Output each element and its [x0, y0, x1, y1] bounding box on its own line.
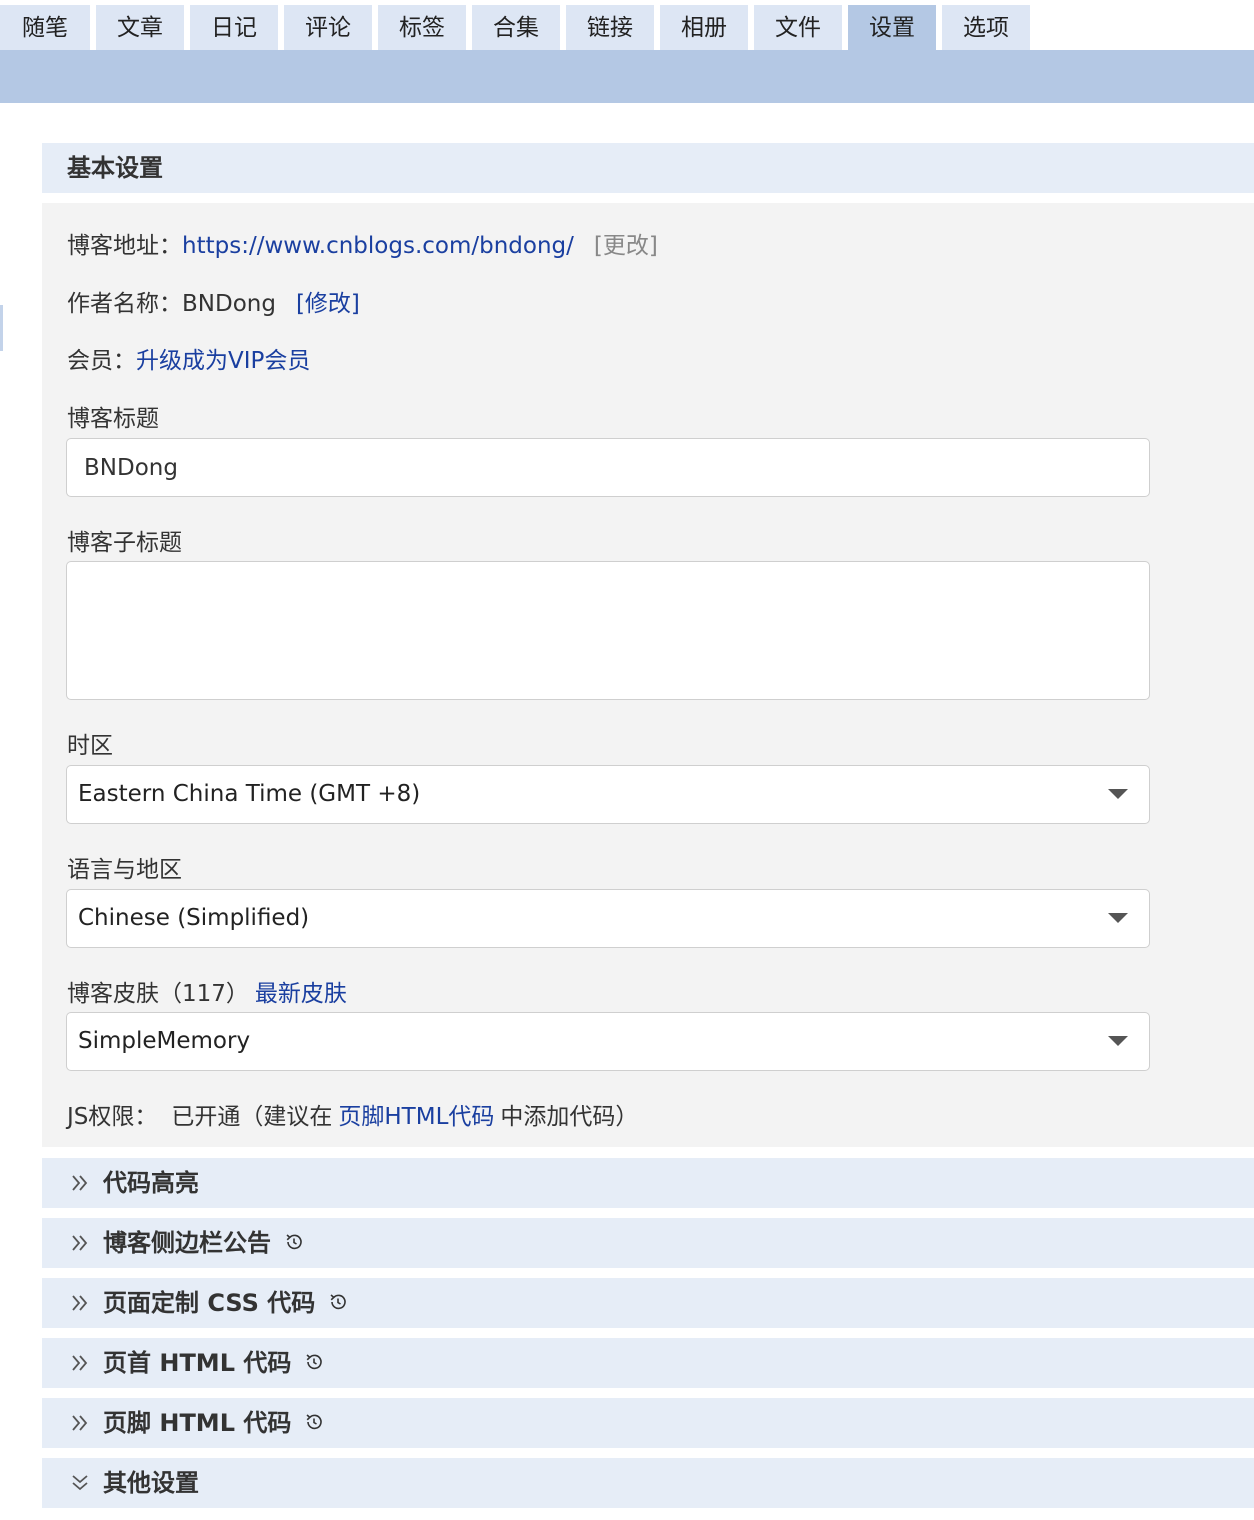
skin-label-row: 博客皮肤（117） 最新皮肤 [67, 974, 347, 1008]
blog-address-row: 博客地址：https://www.cnblogs.com/bndong/ [更改] [67, 226, 658, 260]
blog-address-link[interactable]: https://www.cnblogs.com/bndong/ [182, 233, 574, 259]
tab-options[interactable]: 选项 [942, 5, 1030, 52]
double-chevron-right-icon [72, 1175, 88, 1191]
double-chevron-right-icon [72, 1415, 88, 1431]
tab-tags[interactable]: 标签 [378, 5, 466, 52]
upgrade-vip-link[interactable]: 升级成为VIP会员 [136, 348, 310, 374]
modify-author-link[interactable]: [修改] [296, 291, 360, 317]
tab-albums[interactable]: 相册 [660, 5, 748, 52]
blog-subtitle-textarea[interactable] [66, 561, 1150, 700]
timezone-label: 时区 [67, 733, 113, 759]
js-status-prefix: 已开通（建议在 [171, 1104, 333, 1130]
section-custom-css[interactable]: 页面定制 CSS 代码 [42, 1278, 1254, 1328]
double-chevron-down-icon [72, 1475, 88, 1491]
footer-html-link[interactable]: 页脚HTML代码 [338, 1104, 494, 1130]
blog-address-label: 博客地址： [67, 233, 182, 259]
tab-comments[interactable]: 评论 [284, 5, 372, 52]
locale-label: 语言与地区 [67, 857, 182, 883]
tab-files[interactable]: 文件 [754, 5, 842, 52]
author-name: BNDong [182, 291, 276, 317]
tab-essays[interactable]: 随笔 [0, 5, 90, 52]
double-chevron-right-icon [72, 1235, 88, 1251]
section-code-highlight[interactable]: 代码高亮 [42, 1158, 1254, 1208]
skin-label: 博客皮肤（117） [67, 981, 249, 1007]
membership-row: 会员：升级成为VIP会员 [67, 341, 310, 375]
history-icon[interactable] [283, 1231, 305, 1253]
double-chevron-right-icon [72, 1295, 88, 1311]
change-address-link[interactable]: [更改] [594, 233, 658, 259]
section-title: 其他设置 [103, 1469, 199, 1497]
tab-settings[interactable]: 设置 [848, 5, 936, 52]
tab-collections[interactable]: 合集 [472, 5, 560, 52]
timezone-select[interactable]: Eastern China Time (GMT +8) [66, 765, 1150, 824]
history-icon[interactable] [327, 1291, 349, 1313]
js-permission-label: JS权限： [67, 1104, 158, 1130]
author-label: 作者名称： [67, 291, 182, 317]
skin-value: SimpleMemory [78, 1028, 251, 1054]
locale-value: Chinese (Simplified) [78, 905, 310, 931]
skin-select[interactable]: SimpleMemory [66, 1012, 1150, 1071]
timezone-value: Eastern China Time (GMT +8) [78, 781, 421, 807]
history-icon[interactable] [303, 1411, 325, 1433]
tab-bar: 随笔 文章 日记 评论 标签 合集 链接 相册 文件 设置 选项 [0, 0, 1254, 52]
dropdown-caret-icon [1108, 1036, 1128, 1046]
blog-title-label: 博客标题 [67, 406, 159, 432]
latest-skins-link[interactable]: 最新皮肤 [255, 981, 347, 1007]
tab-diary[interactable]: 日记 [190, 5, 278, 52]
section-title: 博客侧边栏公告 [103, 1229, 271, 1257]
section-title: 页首 HTML 代码 [103, 1349, 292, 1377]
basic-settings-header: 基本设置 [42, 143, 1254, 193]
section-title: 页面定制 CSS 代码 [103, 1289, 316, 1317]
sub-toolbar [0, 52, 1254, 103]
blog-title-input[interactable] [66, 438, 1150, 497]
double-chevron-right-icon [72, 1355, 88, 1371]
section-other-settings[interactable]: 其他设置 [42, 1458, 1254, 1508]
js-permission-row: JS权限： 已开通（建议在 页脚HTML代码 中添加代码） [67, 1097, 638, 1131]
js-status-suffix: 中添加代码） [500, 1104, 639, 1130]
history-icon[interactable] [303, 1351, 325, 1373]
dropdown-caret-icon [1108, 789, 1128, 799]
section-title: 页脚 HTML 代码 [103, 1409, 292, 1437]
section-footer-html[interactable]: 页脚 HTML 代码 [42, 1398, 1254, 1448]
blog-subtitle-label: 博客子标题 [67, 530, 182, 556]
membership-label: 会员： [67, 348, 136, 374]
tab-articles[interactable]: 文章 [96, 5, 184, 52]
section-header-html[interactable]: 页首 HTML 代码 [42, 1338, 1254, 1388]
dropdown-caret-icon [1108, 913, 1128, 923]
locale-select[interactable]: Chinese (Simplified) [66, 889, 1150, 948]
left-edge-marker [0, 305, 3, 351]
tab-links[interactable]: 链接 [566, 5, 654, 52]
author-row: 作者名称：BNDong [修改] [67, 284, 360, 318]
section-sidebar-notice[interactable]: 博客侧边栏公告 [42, 1218, 1254, 1268]
section-title: 代码高亮 [103, 1169, 199, 1197]
